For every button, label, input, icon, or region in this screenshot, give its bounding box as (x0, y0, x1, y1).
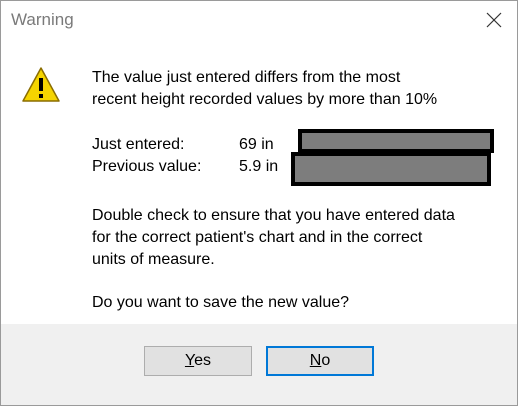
no-mnemonic: N (309, 352, 322, 369)
previous-value-value: 5.9 in (239, 158, 279, 175)
just-entered-value: 69 in (239, 136, 274, 153)
advice-line-2: for the correct patient's chart and in t… (92, 229, 423, 246)
redaction-box (291, 152, 491, 186)
advice-line-1: Double check to ensure that you have ent… (92, 207, 455, 224)
button-bar: Yes No (1, 324, 517, 405)
message-line-1: The value just entered differs from the … (92, 69, 401, 86)
message-line-2: recent height recorded values by more th… (92, 91, 438, 108)
window-title: Warning (11, 10, 74, 29)
title-bar: Warning (1, 1, 517, 39)
close-icon (486, 12, 502, 28)
advice-line-3: units of measure. (92, 251, 215, 268)
just-entered-label: Just entered: (92, 136, 185, 153)
no-button-label: No (310, 352, 330, 370)
yes-mnemonic: Y (184, 352, 195, 369)
no-button[interactable]: No (266, 346, 374, 376)
question-text: Do you want to save the new value? (92, 294, 350, 311)
warning-triangle-icon (22, 67, 60, 102)
dialog-content: The value just entered differs from the … (1, 39, 517, 324)
yes-button-label: Yes (185, 352, 211, 370)
redaction-box (298, 129, 494, 153)
warning-dialog: Warning The value just entered differs f… (0, 0, 518, 406)
yes-label-rest: es (194, 352, 212, 369)
no-label-rest: o (321, 352, 331, 369)
previous-value-label: Previous value: (92, 158, 202, 175)
close-button[interactable] (477, 5, 511, 35)
yes-button[interactable]: Yes (144, 346, 252, 376)
